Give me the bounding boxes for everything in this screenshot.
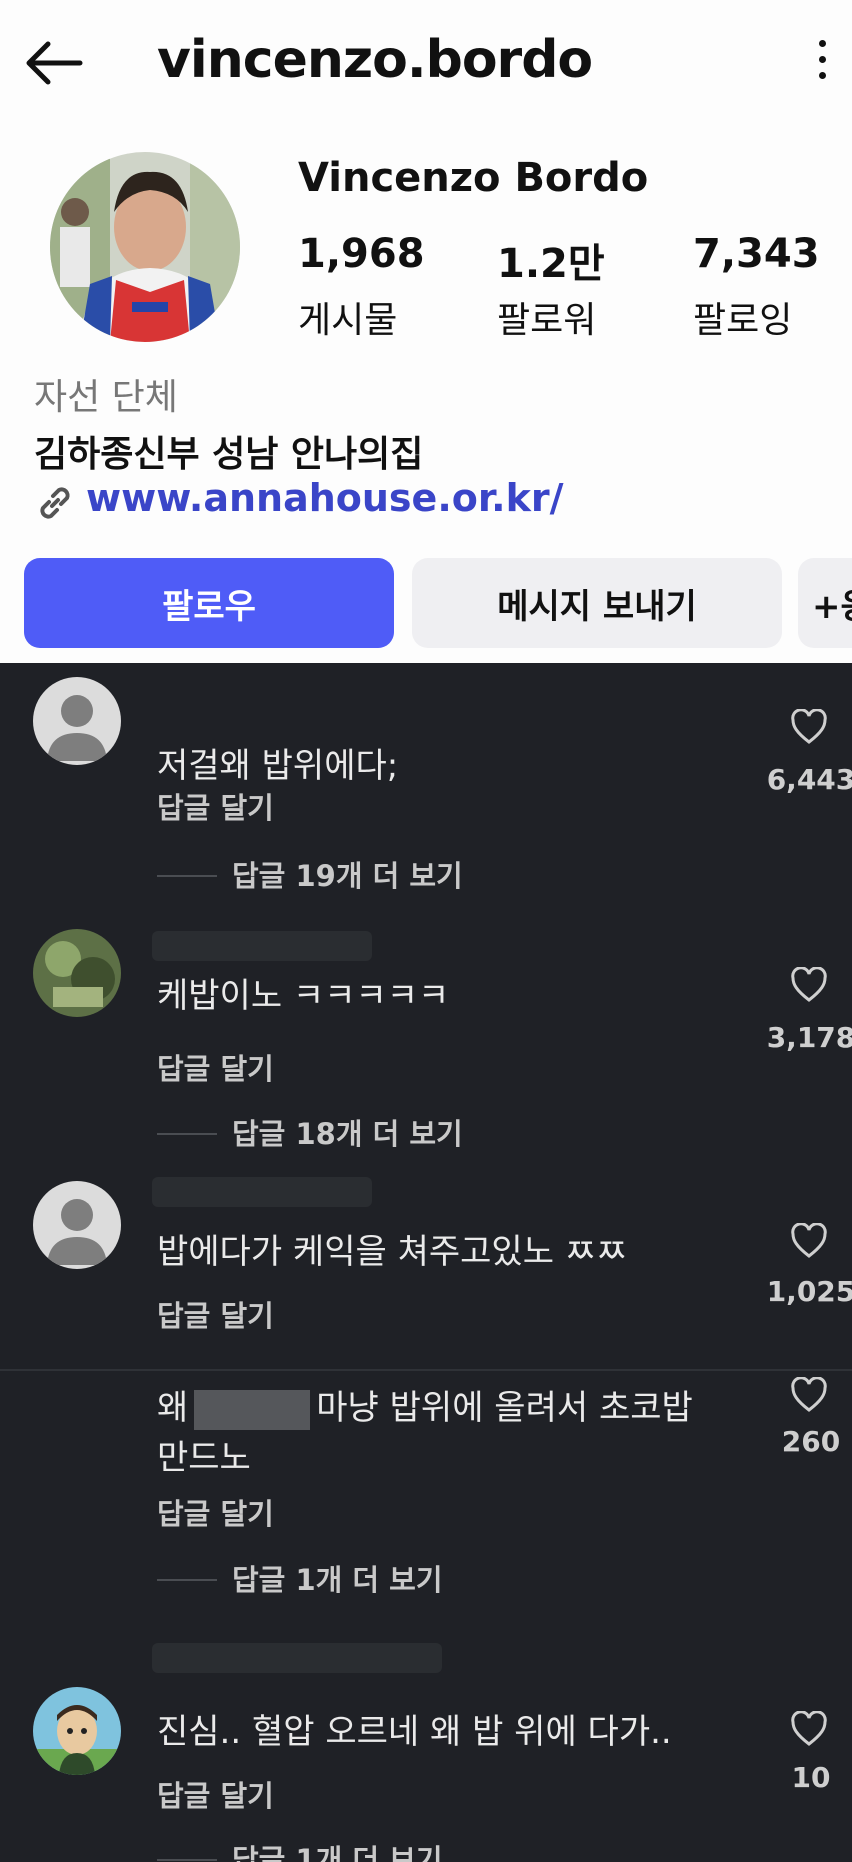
like-count: 10 xyxy=(791,1761,831,1794)
following-count[interactable]: 7,343 xyxy=(693,231,820,277)
divider xyxy=(157,875,217,877)
followers-count[interactable]: 1.2만 xyxy=(497,231,605,289)
link-icon xyxy=(34,482,76,524)
followers-label[interactable]: 팔로워 xyxy=(497,291,596,343)
add-person-button[interactable]: +옹 xyxy=(798,558,852,648)
profile-username: vincenzo.bordo xyxy=(157,30,593,90)
comment-text: 케밥이노 ㅋㅋㅋㅋㅋ xyxy=(157,976,450,1016)
heart-icon[interactable] xyxy=(790,1710,828,1747)
follow-button[interactable]: 팔로우 xyxy=(24,558,394,648)
default-avatar-icon[interactable] xyxy=(33,677,121,765)
view-replies-link[interactable]: 답글 1개 더 보기 xyxy=(232,1837,443,1862)
profile-bio: 김하종신부 성남 안나의집 xyxy=(34,434,424,475)
like-count: 6,443 xyxy=(766,763,852,796)
comments-section: 저걸왜 밥위에다; 답글 달기 답글 19개 더 보기 6,443 케밥이노 ㅋ… xyxy=(0,663,852,1862)
view-replies-link[interactable]: 답글 19개 더 보기 xyxy=(232,853,463,895)
default-avatar-icon[interactable] xyxy=(33,1181,121,1269)
censored-word xyxy=(194,1389,311,1430)
reply-button[interactable]: 답글 달기 xyxy=(157,1046,274,1088)
posts-label[interactable]: 게시물 xyxy=(298,291,397,343)
comment-text-start: 왜 xyxy=(157,1388,189,1428)
reply-button[interactable]: 답글 달기 xyxy=(157,1773,274,1815)
separator xyxy=(0,1369,852,1371)
like-count: 3,178 xyxy=(766,1021,852,1054)
comment-text-line2: 만드노 xyxy=(157,1438,251,1478)
heart-icon[interactable] xyxy=(790,966,828,1003)
view-replies-link[interactable]: 답글 1개 더 보기 xyxy=(232,1557,443,1599)
view-replies-link[interactable]: 답글 18개 더 보기 xyxy=(232,1111,463,1153)
profile-category: 자선 단체 xyxy=(34,377,178,418)
heart-icon[interactable] xyxy=(790,1222,828,1259)
comment-username-blurred[interactable] xyxy=(152,1643,442,1673)
profile-website-link[interactable]: www.annahouse.or.kr/ xyxy=(86,476,564,520)
divider xyxy=(157,1133,217,1135)
heart-icon[interactable] xyxy=(790,1376,828,1413)
reply-button[interactable]: 답글 달기 xyxy=(157,785,274,827)
comment-text: 왜 마냥 밥위에 올려서 초코밥 만드노 xyxy=(157,1383,757,1483)
comment-text: 진심.. 혈압 오르네 왜 밥 위에 다가.. xyxy=(157,1712,672,1752)
comment-username-blurred[interactable] xyxy=(152,931,372,961)
reply-button[interactable]: 답글 달기 xyxy=(157,1293,274,1335)
divider xyxy=(157,1579,217,1581)
comment-text: 저걸왜 밥위에다; xyxy=(157,746,399,786)
user-avatar[interactable] xyxy=(33,1687,121,1775)
back-arrow-icon[interactable] xyxy=(24,38,84,88)
profile-full-name: Vincenzo Bordo xyxy=(298,155,649,201)
comment-text: 밥에다가 케익을 쳐주고있노 ㅉㅉ xyxy=(157,1232,628,1272)
following-label[interactable]: 팔로잉 xyxy=(693,291,792,343)
reply-button[interactable]: 답글 달기 xyxy=(157,1491,274,1533)
comment-username-blurred[interactable] xyxy=(152,1177,372,1207)
comment-text-end: 마냥 밥위에 올려서 초코밥 xyxy=(316,1388,693,1428)
heart-icon[interactable] xyxy=(790,708,828,745)
user-avatar[interactable] xyxy=(33,929,121,1017)
more-vertical-icon[interactable] xyxy=(810,40,834,88)
like-count: 1,025 xyxy=(766,1275,852,1308)
message-button[interactable]: 메시지 보내기 xyxy=(412,558,782,648)
divider xyxy=(157,1859,217,1861)
like-count: 260 xyxy=(781,1425,841,1458)
profile-section: vincenzo.bordo Vincenzo Bordo 1,968 게시물 … xyxy=(0,0,852,663)
posts-count[interactable]: 1,968 xyxy=(298,231,425,277)
profile-avatar[interactable] xyxy=(50,152,240,342)
